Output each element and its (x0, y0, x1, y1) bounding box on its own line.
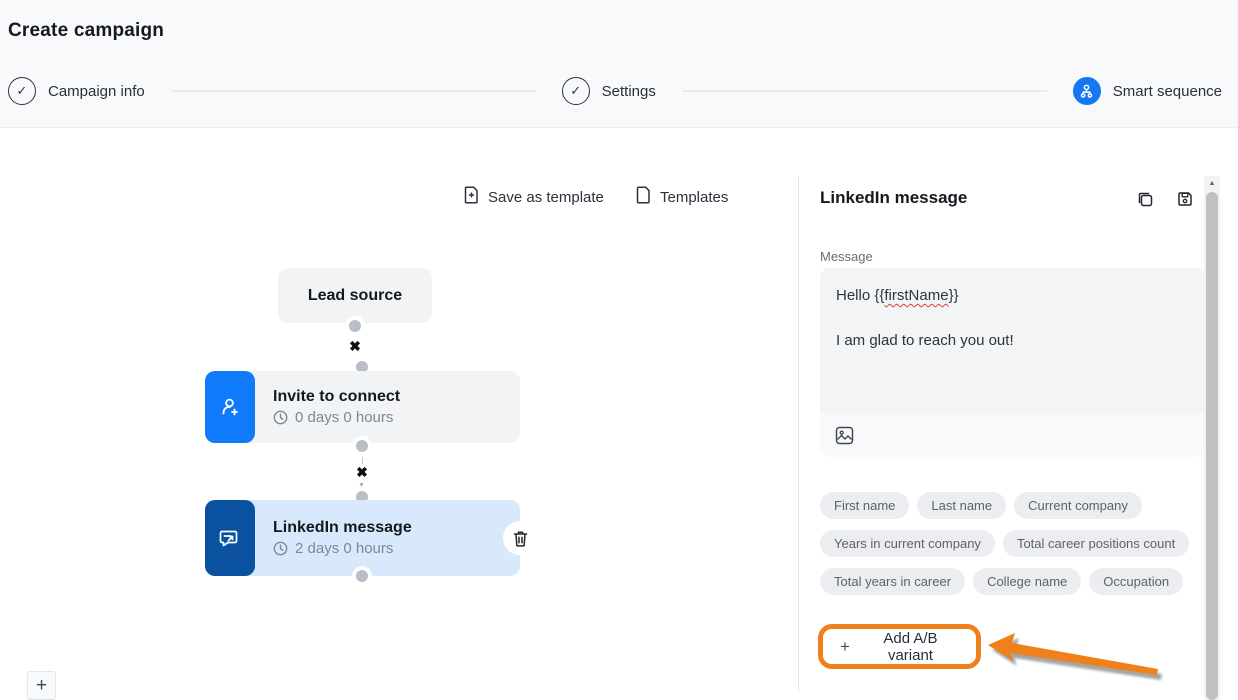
page-header: Create campaign ✓ Campaign info ✓ Settin… (0, 0, 1238, 128)
image-icon (835, 426, 854, 445)
connector-port-dot (352, 566, 372, 586)
page-title: Create campaign (8, 20, 164, 42)
placeholder-chip[interactable]: Years in current company (820, 530, 995, 557)
node-title: Invite to connect (273, 388, 400, 406)
clock-icon (273, 410, 288, 425)
templates-button[interactable]: Templates (636, 185, 728, 209)
save-as-template-label: Save as template (488, 189, 604, 206)
node-delay: 2 days 0 hours (295, 540, 393, 557)
plus-icon: + (840, 637, 850, 657)
personalization-token: firstName (884, 287, 948, 304)
connector-port-dot (352, 436, 372, 456)
step-label: Settings (602, 83, 656, 100)
document-plus-icon (464, 186, 479, 208)
placeholder-chip[interactable]: Total career positions count (1003, 530, 1189, 557)
smart-sequence-icon (1073, 77, 1101, 105)
attach-image-button[interactable] (835, 424, 857, 446)
remove-connection-icon[interactable]: ✖ (344, 335, 366, 357)
canvas-zoom-in-button[interactable]: + (27, 671, 56, 700)
linkedin-message-node[interactable]: LinkedIn message 2 days 0 hours (205, 500, 520, 576)
lead-source-node[interactable]: Lead source (278, 268, 432, 323)
message-text: Hello {{firstName}} I am glad to reach y… (836, 285, 1189, 351)
step-settings[interactable]: ✓ Settings (562, 77, 656, 105)
stepper-connector-line (171, 90, 536, 92)
panel-divider (798, 176, 799, 692)
message-editor-footer (820, 413, 1205, 457)
copy-step-button[interactable] (1134, 188, 1156, 210)
message-greeting-line: Hello {{firstName}} (836, 285, 1189, 306)
create-campaign-page: Create campaign ✓ Campaign info ✓ Settin… (0, 0, 1238, 700)
node-title: Lead source (308, 287, 402, 305)
add-ab-variant-button[interactable]: + Add A/B variant (823, 629, 976, 664)
campaign-stepper: ✓ Campaign info ✓ Settings Smart s (8, 76, 1222, 106)
message-field-label: Message (820, 249, 873, 264)
placeholder-chip-list: First name Last name Current company Yea… (820, 492, 1210, 595)
add-ab-variant-label: Add A/B variant (862, 630, 959, 664)
message-send-icon (205, 500, 255, 576)
step-label: Smart sequence (1113, 83, 1222, 100)
panel-title: LinkedIn message (820, 188, 967, 208)
annotation-arrow (975, 630, 1170, 692)
scrollbar-up-arrow[interactable]: ▲ (1204, 176, 1220, 190)
step-campaign-info[interactable]: ✓ Campaign info (8, 77, 145, 105)
stepper-connector-line (682, 90, 1047, 92)
clock-icon (273, 541, 288, 556)
message-body-line: I am glad to reach you out! (836, 330, 1189, 351)
scrollbar-thumb[interactable] (1206, 192, 1218, 700)
templates-label: Templates (660, 189, 728, 206)
invite-to-connect-node[interactable]: Invite to connect 0 days 0 hours (205, 371, 520, 443)
save-icon (1177, 191, 1193, 207)
placeholder-chip[interactable]: Current company (1014, 492, 1142, 519)
save-as-template-button[interactable]: Save as template (464, 185, 604, 209)
placeholder-chip[interactable]: First name (820, 492, 909, 519)
panel-scrollbar: ▲ (1204, 176, 1220, 700)
step-smart-sequence[interactable]: Smart sequence (1073, 77, 1222, 105)
connector-port-dot (345, 316, 365, 336)
save-step-button[interactable] (1174, 188, 1196, 210)
check-circle-icon: ✓ (8, 77, 36, 105)
placeholder-chip[interactable]: Total years in career (820, 568, 965, 595)
trash-icon (513, 530, 528, 547)
placeholder-chip[interactable]: Last name (917, 492, 1006, 519)
message-editor[interactable]: Hello {{firstName}} I am glad to reach y… (820, 268, 1205, 457)
delete-step-button[interactable] (503, 521, 537, 555)
person-add-icon (205, 371, 255, 443)
node-title: LinkedIn message (273, 519, 412, 537)
copy-icon (1137, 191, 1154, 208)
placeholder-chip[interactable]: Occupation (1089, 568, 1183, 595)
document-icon (636, 186, 651, 208)
step-label: Campaign info (48, 83, 145, 100)
remove-connection-icon[interactable]: ✖ (351, 461, 373, 483)
annotation-highlight-ring: + Add A/B variant (818, 624, 981, 669)
check-circle-icon: ✓ (562, 77, 590, 105)
node-delay: 0 days 0 hours (295, 409, 393, 426)
placeholder-chip[interactable]: College name (973, 568, 1081, 595)
